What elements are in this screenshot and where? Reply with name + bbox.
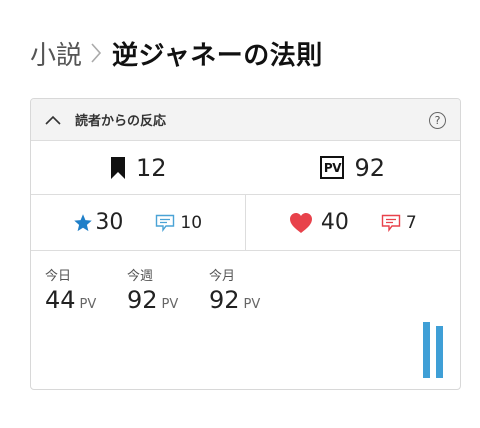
star-value: 30 — [95, 210, 124, 235]
period-value: 92 — [127, 286, 158, 314]
like-comment-stat: 7 — [381, 213, 417, 233]
pv-icon: PV — [320, 156, 345, 179]
pageview-count: PV 92 — [246, 141, 461, 194]
star-reactions: 30 10 — [31, 195, 246, 250]
period-unit: PV — [243, 297, 261, 312]
comment-icon — [381, 214, 401, 232]
heart-icon — [289, 212, 312, 233]
help-icon[interactable]: ? — [429, 112, 446, 129]
pv-sparkline-bar — [436, 326, 443, 378]
panel-header: 読者からの反応 ? — [31, 99, 460, 141]
page-title: 逆ジャネーの法則 — [112, 40, 323, 71]
period-unit: PV — [161, 297, 179, 312]
comment-icon — [156, 214, 175, 232]
collapse-button[interactable] — [31, 99, 75, 141]
panel-title: 読者からの反応 — [75, 114, 167, 129]
pv-sparkline-bar — [423, 322, 430, 378]
period-label: 今週 — [127, 269, 154, 284]
period-stats: 今日 44 PV 今週 92 PV 今月 92 PV — [31, 251, 460, 389]
like-value: 40 — [320, 210, 349, 235]
star-stat: 30 — [73, 210, 123, 235]
like-stat: 40 — [289, 210, 349, 235]
period-today: 今日 44 PV — [45, 265, 96, 314]
breadcrumb-category[interactable]: 小説 — [30, 35, 82, 72]
period-value: 44 — [45, 286, 76, 314]
title-row: 小説 逆ジャネーの法則 — [30, 33, 323, 73]
period-month: 今月 92 PV — [209, 265, 260, 314]
bookmark-count: 12 — [31, 141, 246, 194]
period-label: 今月 — [209, 269, 236, 284]
bookmark-value: 12 — [135, 153, 167, 182]
chevron-right-icon — [89, 33, 103, 73]
reactions-panel: 読者からの反応 ? 12 PV 92 30 10 40 7 今日 44 PV 今… — [30, 98, 461, 390]
period-unit: PV — [79, 297, 97, 312]
period-week: 今週 92 PV — [127, 265, 178, 314]
star-comment-stat: 10 — [155, 213, 202, 233]
like-reactions: 40 7 — [246, 195, 461, 250]
reactions-row: 30 10 40 7 — [31, 195, 460, 251]
chevron-up-icon — [45, 115, 61, 125]
like-comment-value: 7 — [405, 212, 417, 233]
star-icon — [74, 213, 93, 231]
pageview-value: 92 — [354, 153, 386, 182]
totals-row: 12 PV 92 — [31, 141, 460, 195]
bookmark-icon — [110, 156, 125, 179]
star-comment-value: 10 — [180, 212, 203, 233]
period-value: 92 — [209, 286, 240, 314]
period-label: 今日 — [45, 269, 72, 284]
